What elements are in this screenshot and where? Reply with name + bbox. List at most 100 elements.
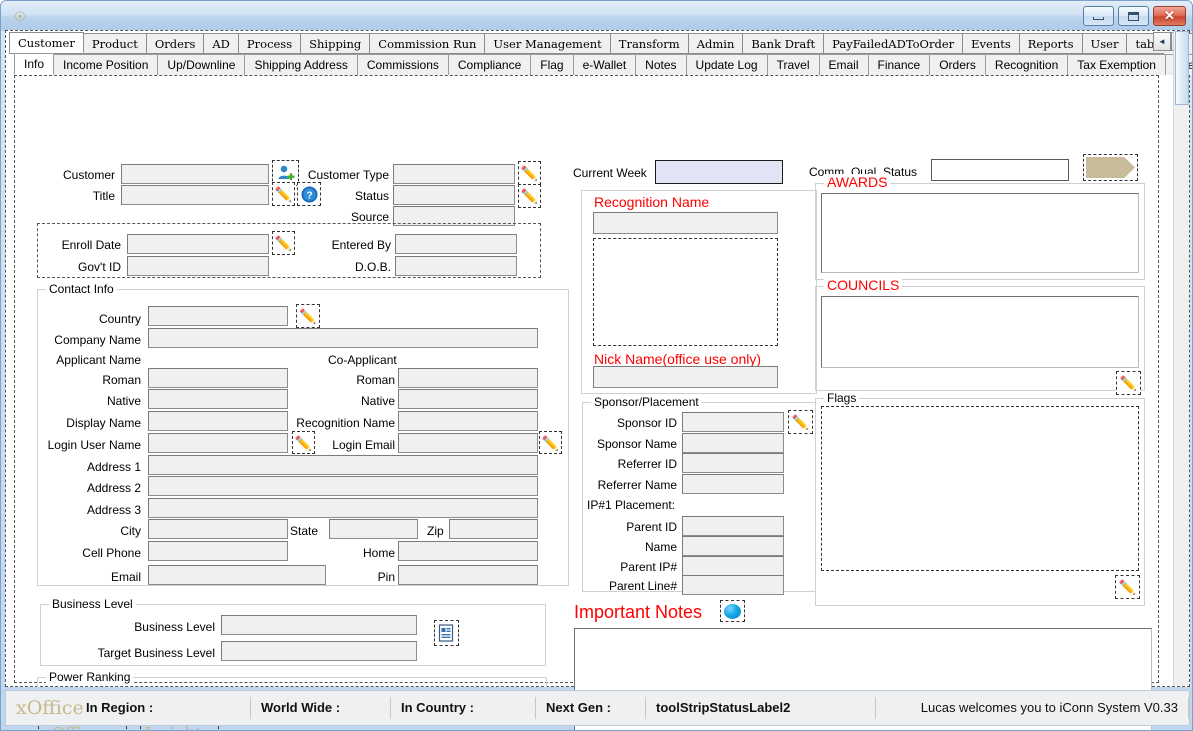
title-input[interactable]	[121, 185, 269, 205]
awards-list[interactable]	[821, 193, 1139, 273]
login-user-name-input[interactable]	[148, 433, 288, 453]
country-input[interactable]	[148, 306, 288, 326]
co-applicant-native-input[interactable]	[398, 389, 538, 409]
state-input[interactable]	[329, 519, 418, 539]
main-tab-customer[interactable]: Customer	[9, 32, 84, 53]
main-tab-shipping[interactable]: Shipping	[300, 33, 371, 53]
sponsor-id-input[interactable]	[682, 412, 784, 432]
customer-type-edit-pencil-icon[interactable]: ✏️	[518, 161, 541, 185]
parent-name-input[interactable]	[682, 536, 784, 556]
minimize-button[interactable]	[1083, 6, 1114, 26]
govt-id-input[interactable]	[127, 256, 269, 276]
recognition-name-input[interactable]	[398, 411, 538, 431]
target-business-level-input[interactable]	[221, 641, 417, 661]
sub-tab-tax-exemption[interactable]: Tax Exemption	[1067, 54, 1166, 75]
sub-tab-e-wallet[interactable]: e-Wallet	[572, 54, 637, 75]
enroll-date-edit-pencil-icon[interactable]: ✏️	[272, 231, 295, 255]
sub-tab-orders[interactable]: Orders	[929, 54, 986, 75]
flags-list[interactable]	[821, 406, 1139, 571]
login-email-input[interactable]	[398, 433, 538, 453]
sub-tab-flag[interactable]: Flag	[530, 54, 574, 75]
main-tab-process[interactable]: Process	[237, 33, 302, 53]
city-input[interactable]	[148, 519, 288, 539]
sub-tab-email[interactable]: Email	[818, 54, 869, 75]
company-name-input[interactable]	[148, 328, 538, 348]
sub-tab-income-position[interactable]: Income Position	[53, 54, 159, 75]
business-level-input[interactable]	[221, 615, 417, 635]
report-document-icon[interactable]	[434, 620, 459, 646]
sub-tab-finance[interactable]: Finance	[867, 54, 931, 75]
native-input[interactable]	[148, 389, 288, 409]
sub-tab-travel[interactable]: Travel	[766, 54, 820, 75]
sub-tab-update-log[interactable]: Update Log	[685, 54, 768, 75]
comm-qual-status-input[interactable]	[931, 159, 1069, 181]
main-tab-payfailedadtoorder[interactable]: PayFailedADToOrder	[823, 33, 964, 53]
main-tab-product[interactable]: Product	[82, 33, 147, 53]
sub-tab-info[interactable]: Info	[14, 53, 55, 75]
co-applicant-roman-label: Roman	[356, 373, 395, 387]
status-input[interactable]	[393, 185, 515, 205]
main-tab-user-management[interactable]: User Management	[484, 33, 611, 53]
main-tab-orders[interactable]: Orders	[145, 33, 205, 53]
pencil-glyph: ✏️	[791, 414, 810, 430]
status-edit-pencil-icon[interactable]: ✏️	[518, 184, 541, 208]
councils-list[interactable]	[821, 296, 1139, 368]
maximize-button[interactable]	[1118, 6, 1149, 26]
recognition-notes-field[interactable]	[593, 238, 778, 346]
customer-type-input[interactable]	[393, 164, 515, 184]
referrer-id-input[interactable]	[682, 453, 784, 473]
email-input[interactable]	[148, 565, 326, 585]
address2-input[interactable]	[148, 476, 538, 496]
zip-input[interactable]	[449, 519, 538, 539]
sub-tab-commissions[interactable]: Commissions	[356, 54, 449, 75]
chat-bubble-icon[interactable]	[720, 600, 745, 622]
roman-input[interactable]	[148, 368, 288, 388]
sub-tab-notes[interactable]: Notes	[635, 54, 687, 75]
country-edit-pencil-icon[interactable]: ✏️	[296, 304, 320, 328]
sub-tab-up-downline[interactable]: Up/Downline	[157, 54, 246, 75]
cell-phone-input[interactable]	[148, 541, 288, 561]
main-tab-reports[interactable]: Reports	[1018, 33, 1083, 53]
main-tab-admin[interactable]: Admin	[687, 33, 744, 53]
maximize-icon	[1128, 11, 1139, 21]
address1-input[interactable]	[148, 455, 538, 475]
scrollbar-thumb[interactable]	[1175, 31, 1189, 105]
contact-info-caption: Contact Info	[46, 282, 117, 296]
co-applicant-roman-input[interactable]	[398, 368, 538, 388]
display-name-input[interactable]	[148, 411, 288, 431]
flags-edit-pencil-icon[interactable]: ✏️	[1115, 575, 1140, 599]
main-tab-commission-run[interactable]: Commission Run	[369, 33, 486, 53]
main-tab-bank-draft[interactable]: Bank Draft	[742, 33, 825, 53]
parent-line-input[interactable]	[682, 575, 784, 595]
dob-input[interactable]	[395, 256, 517, 276]
main-tab-user[interactable]: User	[1081, 33, 1128, 53]
title-edit-pencil-icon[interactable]: ✏️	[272, 182, 295, 206]
enroll-date-input[interactable]	[127, 234, 269, 254]
sub-tab-compliance[interactable]: Compliance	[447, 54, 532, 75]
sponsor-edit-pencil-icon[interactable]: ✏️	[788, 410, 813, 434]
sub-tab-shipping-address[interactable]: Shipping Address	[244, 54, 358, 75]
entered-by-input[interactable]	[395, 234, 517, 254]
parent-ip-input[interactable]	[682, 556, 784, 576]
nick-name-field[interactable]	[593, 366, 778, 388]
current-week-input[interactable]	[655, 160, 783, 184]
address3-input[interactable]	[148, 498, 538, 518]
main-tab-events[interactable]: Events	[962, 33, 1020, 53]
page-vertical-scrollbar[interactable]	[1173, 31, 1189, 686]
login-email-edit-pencil-icon[interactable]: ✏️	[539, 431, 562, 454]
pin-input[interactable]	[398, 565, 538, 585]
home-input[interactable]	[398, 541, 538, 561]
close-button[interactable]: ✕	[1153, 6, 1186, 26]
main-tab-transform[interactable]: Transform	[609, 33, 689, 53]
sub-tab-recognition[interactable]: Recognition	[984, 54, 1069, 75]
comm-qual-status-tag-button[interactable]	[1083, 154, 1138, 181]
sponsor-name-label: Sponsor Name	[596, 437, 677, 451]
customer-input[interactable]	[121, 164, 269, 184]
councils-edit-pencil-icon[interactable]: ✏️	[1116, 371, 1141, 395]
main-tab-ad[interactable]: AD	[203, 33, 239, 53]
parent-id-input[interactable]	[682, 516, 784, 536]
referrer-name-input[interactable]	[682, 474, 784, 494]
tab-scroll-left-button[interactable]: ◄	[1153, 32, 1171, 51]
recognition-name-field[interactable]	[593, 212, 778, 234]
sponsor-name-input[interactable]	[682, 433, 784, 453]
